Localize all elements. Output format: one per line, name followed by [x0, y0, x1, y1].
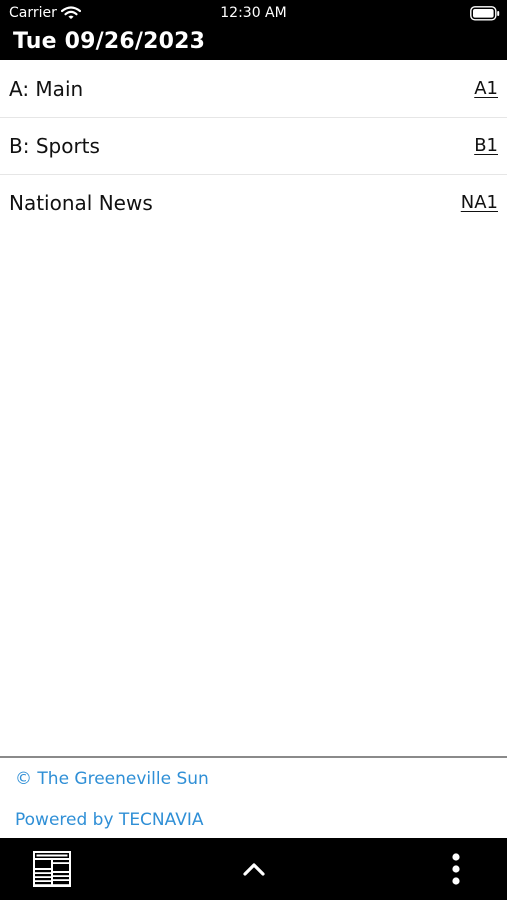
section-page-link[interactable]: NA1 — [461, 192, 498, 214]
bottom-toolbar — [0, 838, 507, 900]
section-name: A: Main — [9, 77, 84, 101]
status-bar: Carrier 12:30 AM — [0, 0, 507, 28]
section-page-link[interactable]: B1 — [474, 135, 498, 157]
chevron-up-icon — [243, 863, 265, 876]
battery-icon — [470, 6, 500, 21]
section-page-link[interactable]: A1 — [474, 78, 498, 100]
section-row-sports[interactable]: B: Sports B1 — [0, 118, 507, 175]
section-row-main[interactable]: A: Main A1 — [0, 61, 507, 118]
section-name: National News — [9, 191, 153, 215]
footer: © The Greeneville Sun Powered by TECNAVI… — [0, 756, 507, 840]
section-list: A: Main A1 B: Sports B1 National News NA… — [0, 61, 507, 231]
scroll-up-button[interactable] — [228, 838, 280, 900]
app-screen: Carrier 12:30 AM Tue 09/26/2023 A: Main … — [0, 0, 507, 900]
more-vertical-icon — [452, 853, 460, 885]
section-row-national-news[interactable]: National News NA1 — [0, 175, 507, 231]
copyright-link[interactable]: © The Greeneville Sun — [15, 769, 209, 789]
newspaper-button[interactable] — [26, 838, 78, 900]
header-bar: Tue 09/26/2023 — [0, 28, 507, 60]
newspaper-icon — [33, 851, 71, 887]
powered-by-link[interactable]: Powered by TECNAVIA — [15, 810, 203, 830]
more-options-button[interactable] — [432, 838, 480, 900]
status-time: 12:30 AM — [220, 5, 287, 21]
section-name: B: Sports — [9, 134, 100, 158]
edition-date: Tue 09/26/2023 — [13, 29, 206, 54]
